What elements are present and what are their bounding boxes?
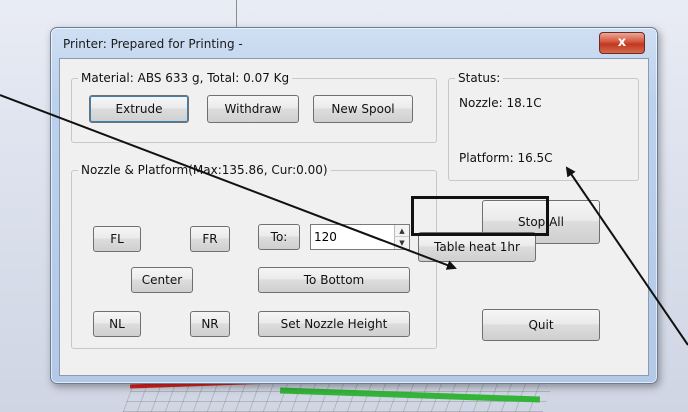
- arrow-to-table-heat: [0, 94, 457, 270]
- annotation-arrows: [0, 94, 688, 346]
- arrow-to-platform-temp: [565, 166, 688, 346]
